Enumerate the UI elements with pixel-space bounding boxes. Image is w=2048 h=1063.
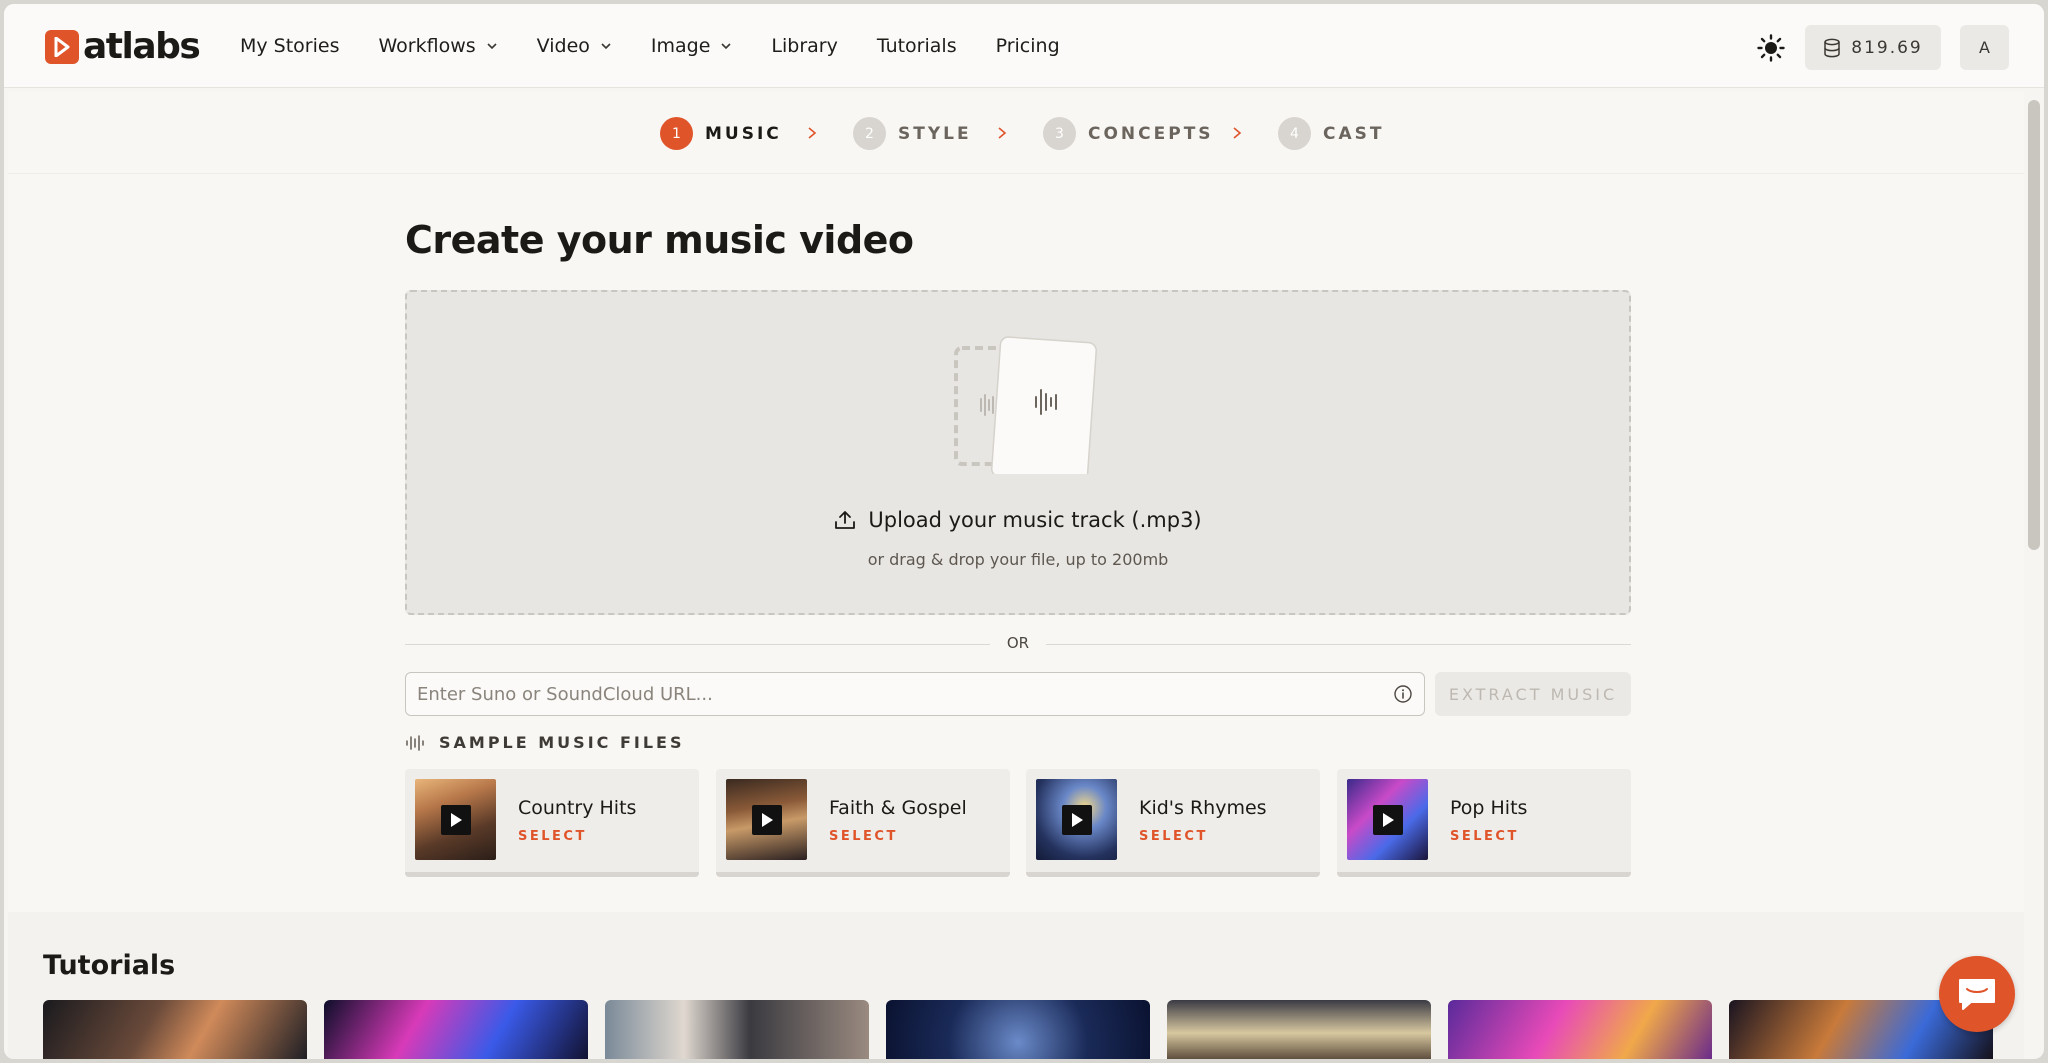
- step-number: 4: [1278, 117, 1311, 150]
- sample-card-pop[interactable]: Pop Hits SELECT: [1337, 769, 1631, 877]
- sample-thumbnail: [415, 779, 496, 860]
- credits-value: 819.69: [1851, 37, 1923, 58]
- or-text: OR: [1006, 634, 1030, 652]
- nav-label: Tutorials: [876, 35, 957, 57]
- play-icon[interactable]: [752, 805, 782, 835]
- play-icon[interactable]: [441, 805, 471, 835]
- tutorial-thumbnail[interactable]: [324, 1000, 588, 1059]
- step-concepts[interactable]: 3 CONCEPTS: [1043, 117, 1214, 150]
- sample-heading-label: SAMPLE MUSIC FILES: [439, 733, 685, 752]
- logo-text: atlabs: [83, 26, 201, 67]
- info-icon[interactable]: [1392, 683, 1414, 705]
- stepper: 1 MUSIC 2 STYLE 3 CONCEPTS 4 CAST: [8, 92, 2024, 174]
- nav-workflows[interactable]: Workflows: [379, 35, 498, 57]
- upload-label: Upload your music track (.mp3): [868, 508, 1202, 532]
- sample-select[interactable]: SELECT: [1139, 829, 1208, 844]
- app-window: atlabs My Stories Workflows Video Image …: [4, 4, 2044, 1059]
- step-label: CONCEPTS: [1088, 123, 1214, 144]
- step-label: MUSIC: [705, 123, 782, 144]
- play-icon[interactable]: [1373, 805, 1403, 835]
- step-cast[interactable]: 4 CAST: [1278, 117, 1384, 150]
- sample-title: Country Hits: [518, 797, 637, 819]
- avatar-initial: A: [1979, 38, 1990, 57]
- sample-music-heading: SAMPLE MUSIC FILES: [405, 733, 684, 752]
- sample-title: Pop Hits: [1450, 797, 1528, 819]
- database-icon: [1824, 38, 1840, 57]
- tutorial-thumbnail[interactable]: [605, 1000, 869, 1059]
- sample-select[interactable]: SELECT: [829, 829, 898, 844]
- nav-label: Pricing: [995, 35, 1060, 57]
- sun-icon[interactable]: [1757, 34, 1785, 62]
- chat-launcher-button[interactable]: [1939, 956, 2015, 1032]
- tutorials-title: Tutorials: [43, 950, 176, 981]
- extract-music-button[interactable]: EXTRACT MUSIC: [1435, 672, 1631, 716]
- upload-label-row[interactable]: Upload your music track (.mp3): [407, 508, 1629, 532]
- user-avatar[interactable]: A: [1960, 25, 2009, 70]
- nav-label: Workflows: [378, 35, 476, 57]
- main-nav: My Stories Workflows Video Image Library…: [240, 4, 1099, 88]
- step-label: CAST: [1323, 123, 1385, 144]
- top-navbar: atlabs My Stories Workflows Video Image …: [4, 4, 2044, 88]
- nav-label: My Stories: [240, 35, 340, 57]
- sample-thumbnail: [1036, 779, 1117, 860]
- chevron-right-icon: [998, 127, 1007, 139]
- nav-label: Image: [650, 35, 711, 57]
- upload-dropzone[interactable]: Upload your music track (.mp3) or drag &…: [405, 290, 1631, 615]
- page-scrollbar[interactable]: [2028, 100, 2040, 550]
- logo-play-icon: [45, 30, 79, 64]
- play-icon[interactable]: [1062, 805, 1092, 835]
- music-url-input[interactable]: [405, 672, 1425, 716]
- step-number: 2: [853, 117, 886, 150]
- waveform-icon: [406, 734, 424, 751]
- sample-title: Faith & Gospel: [829, 797, 967, 819]
- nav-label: Video: [536, 35, 590, 57]
- chat-icon: [1959, 979, 1995, 1010]
- tutorial-thumbnail[interactable]: [886, 1000, 1150, 1059]
- or-divider: OR: [405, 632, 1631, 656]
- chevron-down-icon: [721, 43, 731, 50]
- step-number: 1: [660, 117, 693, 150]
- nav-my-stories[interactable]: My Stories: [240, 35, 340, 57]
- sample-card-kids[interactable]: Kid's Rhymes SELECT: [1026, 769, 1320, 877]
- chevron-down-icon: [487, 43, 497, 50]
- sample-select[interactable]: SELECT: [1450, 829, 1519, 844]
- page-title: Create your music video: [405, 218, 914, 262]
- brand-logo[interactable]: atlabs: [45, 26, 201, 67]
- upload-hint: or drag & drop your file, up to 200mb: [867, 550, 1169, 569]
- sample-select[interactable]: SELECT: [518, 829, 587, 844]
- sample-title: Kid's Rhymes: [1139, 797, 1267, 819]
- tutorial-thumbnail[interactable]: [43, 1000, 307, 1059]
- step-number: 3: [1043, 117, 1076, 150]
- sample-thumbnail: [1347, 779, 1428, 860]
- nav-video[interactable]: Video: [537, 35, 612, 57]
- step-label: STYLE: [898, 123, 972, 144]
- nav-image[interactable]: Image: [651, 35, 733, 57]
- step-style[interactable]: 2 STYLE: [853, 117, 972, 150]
- nav-pricing[interactable]: Pricing: [996, 35, 1060, 57]
- tutorial-thumbnail[interactable]: [1448, 1000, 1712, 1059]
- nav-library[interactable]: Library: [771, 35, 837, 57]
- sample-card-country[interactable]: Country Hits SELECT: [405, 769, 699, 877]
- main-content: 1 MUSIC 2 STYLE 3 CONCEPTS 4 CAST Create…: [8, 92, 2024, 1059]
- sample-thumbnail: [726, 779, 807, 860]
- audio-file-illustration: [954, 336, 1097, 474]
- chevron-down-icon: [601, 43, 611, 50]
- sample-cards: Country Hits SELECT Faith & Gospel SELEC…: [405, 769, 1631, 877]
- step-music[interactable]: 1 MUSIC: [660, 117, 782, 150]
- nav-label: Library: [771, 35, 838, 57]
- tutorial-thumbnail[interactable]: [1167, 1000, 1431, 1059]
- chevron-right-icon: [1233, 127, 1242, 139]
- nav-tutorials[interactable]: Tutorials: [877, 35, 957, 57]
- chevron-right-icon: [808, 127, 817, 139]
- sample-card-gospel[interactable]: Faith & Gospel SELECT: [716, 769, 1010, 877]
- credits-badge[interactable]: 819.69: [1805, 25, 1941, 70]
- upload-icon: [835, 511, 856, 529]
